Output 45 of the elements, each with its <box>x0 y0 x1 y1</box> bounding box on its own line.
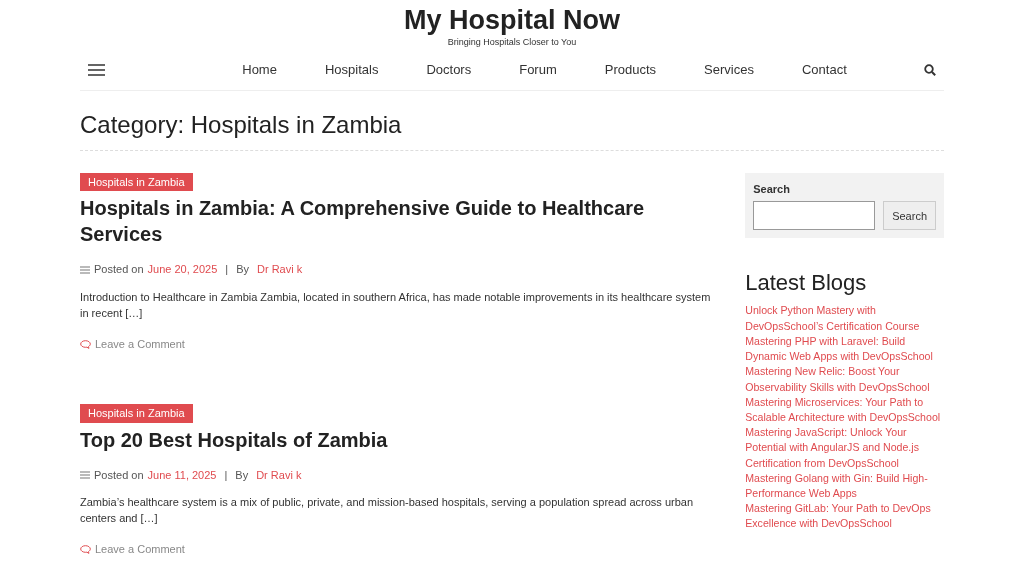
blog-link[interactable]: Mastering Golang with Gin: Build High-Performance Web Apps <box>745 470 944 502</box>
search-field[interactable] <box>753 201 876 231</box>
list-icon <box>80 265 90 274</box>
author-link[interactable]: Dr Ravi k <box>256 466 302 484</box>
blog-link[interactable]: Mastering Microservices: Your Path to Scalable Architecture with DevOpsSchool <box>745 394 944 426</box>
page-title: Category: Hospitals in Zambia <box>80 91 944 151</box>
nav-link[interactable]: Services <box>704 59 754 80</box>
post-date[interactable]: June 11, 2025 <box>147 466 217 484</box>
category-tag[interactable]: Hospitals in Zambia <box>80 173 193 192</box>
nav-link[interactable]: Home <box>242 59 277 80</box>
author-link[interactable]: Dr Ravi k <box>257 261 303 278</box>
nav-link[interactable]: Products <box>604 59 657 80</box>
posted-label: Posted on <box>94 467 144 483</box>
by-label: By <box>236 262 249 278</box>
search-icon[interactable] <box>924 63 936 76</box>
by-label: By <box>235 467 249 483</box>
search-label: Search <box>753 182 791 197</box>
search-button[interactable]: Search <box>883 201 936 231</box>
comment-link[interactable]: Leave a Comment <box>95 335 185 353</box>
site-tagline: Bringing Hospitals Closer to You <box>446 35 578 49</box>
latest-blogs-heading: Latest Blogs <box>745 269 868 298</box>
blog-link[interactable]: Unlock Python Mastery with DevOpsSchool’s Certification Course <box>745 303 944 334</box>
comment-icon <box>80 339 91 349</box>
post-title[interactable]: Hospitals in Zambia: A Comprehensive Guide to Healthcare Services <box>80 195 720 248</box>
nav-link[interactable]: Hospitals <box>324 59 379 80</box>
blog-link[interactable]: Mastering GitLab: Your Path to DevOps Excellence with DevOpsSchool <box>745 501 944 532</box>
post-title[interactable]: Top 20 Best Hospitals of Zambia <box>80 426 720 453</box>
category-tag[interactable]: Hospitals in Zambia <box>80 404 193 423</box>
nav-link[interactable]: Forum <box>519 59 557 80</box>
site-title[interactable]: My Hospital Now <box>404 6 620 36</box>
blog-link[interactable]: Mastering PHP with Laravel: Build Dynamic Web Apps with DevOpsSchool <box>745 333 944 365</box>
post-date[interactable]: June 20, 2025 <box>147 261 218 278</box>
nav-link[interactable]: Contact <box>801 59 847 80</box>
posted-label: Posted on <box>94 262 144 278</box>
list-icon <box>80 471 90 480</box>
comment-link[interactable]: Leave a Comment <box>95 541 185 558</box>
post-excerpt: Zambia’s healthcare system is a mix of public, private, and mission-based hospitals, serving a population spread across urban centers and […] <box>80 495 695 527</box>
meta-separator: | <box>225 262 229 278</box>
nav-link[interactable]: Doctors <box>426 59 472 80</box>
post-excerpt: Introduction to Healthcare in Zambia Zambia, located in southern Africa, has made notable improvements in its healthcare system in recent […] <box>80 290 712 321</box>
comment-icon <box>80 545 91 554</box>
menu-icon[interactable] <box>88 63 105 76</box>
meta-separator: | <box>224 467 228 483</box>
blog-link[interactable]: Mastering JavaScript: Unlock Your Potential with AngularJS and Node.js Certification from DevOpsSchool <box>745 425 944 471</box>
blog-link[interactable]: Mastering New Relic: Boost Your Observability Skills with DevOpsSchool <box>745 364 944 395</box>
